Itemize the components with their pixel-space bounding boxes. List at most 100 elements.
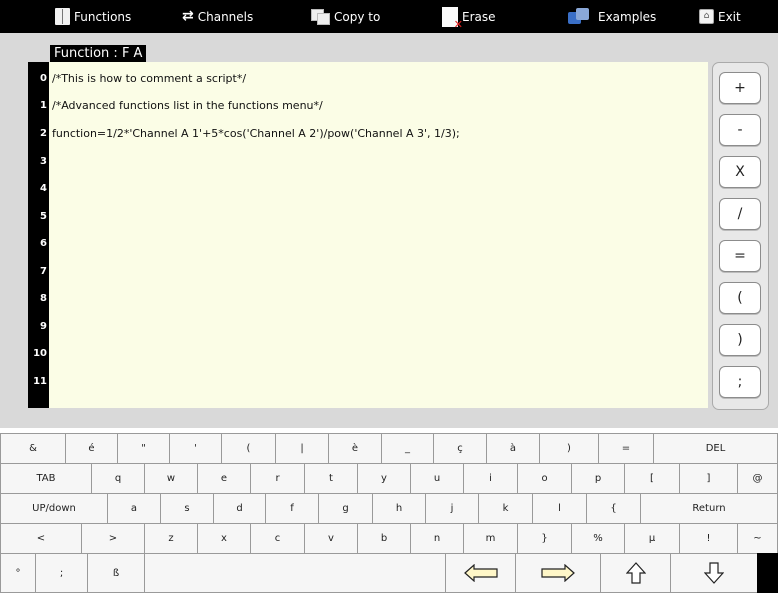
key[interactable]: ; xyxy=(35,553,88,593)
key[interactable]: % xyxy=(571,523,625,554)
exit-button[interactable]: ⌂ Exit xyxy=(699,0,741,33)
up-arrow-icon xyxy=(625,562,646,584)
right-arrow-key[interactable] xyxy=(515,553,601,593)
key[interactable]: r xyxy=(250,463,305,494)
key[interactable]: ( xyxy=(221,433,276,464)
minus-button[interactable]: - xyxy=(719,114,761,146)
key[interactable]: [ xyxy=(624,463,680,494)
on-screen-keyboard: & é " ' ( | è _ ç à ) = DEL TAB q w e r … xyxy=(0,433,778,593)
line-number: 2 xyxy=(40,128,47,139)
key[interactable]: e xyxy=(197,463,251,494)
line-number: 4 xyxy=(40,183,47,194)
key[interactable]: g xyxy=(318,493,373,524)
key[interactable]: s xyxy=(160,493,214,524)
keyboard-edge xyxy=(757,553,778,593)
line-number: 10 xyxy=(33,348,47,359)
examples-button[interactable]: Examples xyxy=(568,0,656,33)
key[interactable]: q xyxy=(91,463,145,494)
key[interactable]: n xyxy=(410,523,464,554)
book-icon xyxy=(55,8,70,25)
key[interactable]: f xyxy=(265,493,319,524)
plus-button[interactable]: + xyxy=(719,72,761,104)
key[interactable]: o xyxy=(517,463,572,494)
divide-button[interactable]: / xyxy=(719,198,761,230)
top-toolbar: Functions ⇄ Channels Copy to Erase Examp… xyxy=(0,0,778,33)
key[interactable]: i xyxy=(463,463,518,494)
key[interactable]: k xyxy=(478,493,533,524)
key[interactable]: ç xyxy=(433,433,487,464)
copy-to-label: Copy to xyxy=(334,9,381,24)
key[interactable]: z xyxy=(144,523,198,554)
key[interactable]: x xyxy=(197,523,251,554)
key[interactable]: u xyxy=(410,463,464,494)
key[interactable]: y xyxy=(357,463,411,494)
key[interactable]: a xyxy=(107,493,161,524)
open-paren-button[interactable]: ( xyxy=(719,282,761,314)
key[interactable]: < xyxy=(0,523,82,554)
key[interactable]: ! xyxy=(679,523,738,554)
key[interactable]: } xyxy=(517,523,572,554)
down-arrow-key[interactable] xyxy=(670,553,758,593)
key[interactable]: à xyxy=(486,433,540,464)
key[interactable]: p xyxy=(571,463,625,494)
key[interactable]: { xyxy=(586,493,641,524)
script-editor[interactable]: /*This is how to comment a script*/ /*Ad… xyxy=(49,62,708,408)
key[interactable]: j xyxy=(425,493,479,524)
delete-key[interactable]: DEL xyxy=(653,433,778,464)
semicolon-button[interactable]: ; xyxy=(719,366,761,398)
key[interactable]: ° xyxy=(0,553,36,593)
key[interactable]: c xyxy=(250,523,305,554)
close-paren-button[interactable]: ) xyxy=(719,324,761,356)
key[interactable]: l xyxy=(532,493,587,524)
key[interactable]: | xyxy=(275,433,329,464)
multiply-button[interactable]: X xyxy=(719,156,761,188)
key[interactable]: ß xyxy=(87,553,145,593)
copy-to-button[interactable]: Copy to xyxy=(311,0,380,33)
key[interactable]: w xyxy=(144,463,198,494)
function-title: Function : F A xyxy=(50,45,147,62)
shuffle-icon: ⇄ xyxy=(182,8,194,24)
line-number: 1 xyxy=(40,100,47,111)
key[interactable]: > xyxy=(81,523,145,554)
up-down-key[interactable]: UP/down xyxy=(0,493,108,524)
space-key[interactable] xyxy=(144,553,446,593)
code-line[interactable]: /*Advanced functions list in the functio… xyxy=(52,99,323,112)
exit-label: Exit xyxy=(718,9,741,24)
left-arrow-key[interactable] xyxy=(445,553,516,593)
key[interactable]: _ xyxy=(381,433,434,464)
erase-button[interactable]: Erase xyxy=(442,0,496,33)
key[interactable]: é xyxy=(65,433,118,464)
key[interactable]: & xyxy=(0,433,66,464)
key[interactable]: ~ xyxy=(737,523,778,554)
functions-button[interactable]: Functions xyxy=(55,0,131,33)
up-arrow-key[interactable] xyxy=(600,553,671,593)
code-line[interactable]: function=1/2*'Channel A 1'+5*cos('Channe… xyxy=(52,127,460,140)
line-number-gutter: 0 1 2 3 4 5 6 7 8 9 10 11 xyxy=(28,62,49,408)
equals-button[interactable]: = xyxy=(719,240,761,272)
erase-icon xyxy=(442,6,463,31)
code-line[interactable]: /*This is how to comment a script*/ xyxy=(52,72,246,85)
channels-button[interactable]: ⇄ Channels xyxy=(182,0,253,33)
copy-icon xyxy=(311,9,330,25)
channels-label: Channels xyxy=(197,9,254,24)
key[interactable]: b xyxy=(357,523,411,554)
key[interactable]: ' xyxy=(169,433,222,464)
line-number: 7 xyxy=(40,266,47,277)
key[interactable]: ] xyxy=(679,463,738,494)
key[interactable]: m xyxy=(463,523,518,554)
key[interactable]: d xyxy=(213,493,266,524)
key[interactable]: v xyxy=(304,523,358,554)
key[interactable]: ) xyxy=(539,433,599,464)
tab-key[interactable]: TAB xyxy=(0,463,92,494)
key[interactable]: " xyxy=(117,433,170,464)
right-arrow-icon xyxy=(541,564,575,582)
key[interactable]: h xyxy=(372,493,426,524)
key[interactable]: @ xyxy=(737,463,778,494)
key[interactable]: = xyxy=(598,433,654,464)
key[interactable]: t xyxy=(304,463,358,494)
key[interactable]: è xyxy=(328,433,382,464)
line-number: 3 xyxy=(40,156,47,167)
key[interactable]: µ xyxy=(624,523,680,554)
examples-label: Examples xyxy=(598,9,657,24)
return-key[interactable]: Return xyxy=(640,493,778,524)
